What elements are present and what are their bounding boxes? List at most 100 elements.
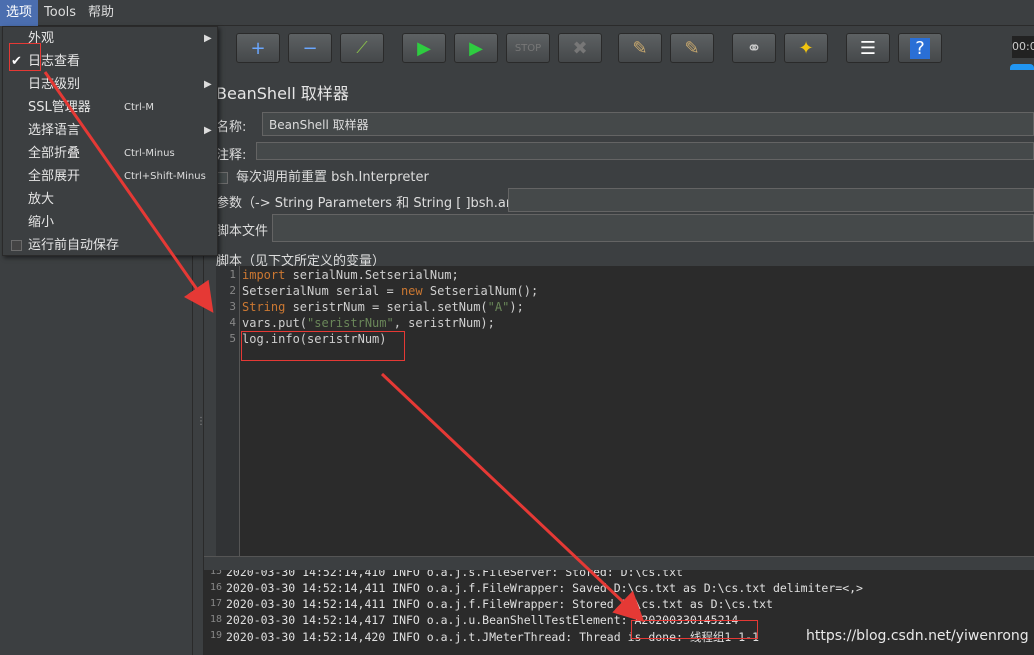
code-token: String (242, 300, 286, 314)
log-line: 2020-03-30 14:52:14,411 INFO o.a.j.f.Fil… (226, 581, 863, 595)
log-line-number: 16 (209, 582, 222, 593)
menu-item-label: 运行前自动保存 (28, 238, 120, 253)
comment-label: 注释: (216, 148, 247, 163)
add-icon: + (250, 37, 266, 59)
clear-button[interactable]: ✎ (618, 33, 662, 63)
checkbox-icon[interactable] (11, 240, 22, 251)
menu-item[interactable]: 运行前自动保存 (3, 234, 219, 257)
log-line-number: 15 (209, 570, 222, 577)
code-line[interactable]: String seristrNum = serial.setNum("A"); (242, 300, 524, 314)
comment-field[interactable] (256, 142, 1034, 160)
menu-item[interactable]: SSL管理器 Ctrl-M (3, 96, 219, 119)
menu-tools[interactable]: Tools (38, 0, 82, 26)
shutdown-button[interactable]: ✖ (558, 33, 602, 63)
log-line-number: 18 (209, 614, 222, 625)
annotation-box-log-view (9, 43, 41, 71)
start-no-pause-button[interactable]: ▶ (454, 33, 498, 63)
clear-all-icon: ✎ (684, 37, 700, 59)
code-token: new (400, 284, 423, 298)
submenu-arrow-icon: ▶ (204, 125, 212, 136)
elapsed-timer: 00:0 (1012, 36, 1034, 58)
function-helper-button[interactable]: ☰ (846, 33, 890, 63)
page-title: BeanShell 取样器 (216, 84, 349, 103)
list-icon: ☰ (859, 37, 877, 59)
menu-item[interactable]: 选择语言 ▶ (3, 119, 219, 142)
reset-search-button[interactable]: ✦ (784, 33, 828, 63)
watermark: https://blog.csdn.net/yiwenrong (806, 628, 1029, 644)
log-line: 2020-03-30 14:52:14,411 INFO o.a.j.f.Fil… (226, 597, 773, 611)
code-line[interactable]: import serialNum.SetserialNum; (242, 268, 459, 282)
code-token: ); (509, 300, 524, 314)
menu-item-label: 选择语言 (28, 123, 81, 138)
remove-button[interactable]: − (288, 33, 332, 63)
menu-options[interactable]: 选项 (0, 0, 39, 26)
add-button[interactable]: + (236, 33, 280, 63)
name-label: 名称: (216, 120, 247, 135)
menu-item-label: 缩小 (28, 215, 55, 230)
code-token: SetserialNum serial = (242, 284, 401, 298)
menu-item-label: 日志级别 (28, 77, 81, 92)
binoculars-icon: ⚭ (746, 37, 762, 59)
help-icon: ? (910, 37, 930, 59)
code-line[interactable]: vars.put("seristrNum", seristrNum); (242, 316, 495, 330)
menu-item[interactable]: 全部折叠 Ctrl-Minus (3, 142, 219, 165)
log-line: 2020-03-30 14:52:14,410 INFO o.a.j.s.Fil… (226, 570, 683, 579)
menu-item-shortcut: Ctrl-M (124, 102, 155, 113)
params-field[interactable] (508, 188, 1034, 212)
reset-interpreter-row[interactable]: 每次调用前重置 bsh.Interpreter (216, 166, 429, 185)
clear-icon: ✎ (632, 37, 648, 59)
code-token: "A" (487, 300, 510, 314)
params-label: 参数（-> String Parameters 和 String [ ]bsh.… (216, 196, 540, 211)
menu-item[interactable]: 日志级别 ▶ (3, 73, 219, 96)
start-no-pause-icon: ▶ (469, 37, 483, 59)
menu-item-label: SSL管理器 (28, 100, 91, 115)
menu-item-label: 放大 (28, 192, 55, 207)
start-icon: ▶ (417, 37, 431, 59)
menu-bar: 选项 Tools 帮助 (0, 0, 1034, 26)
menu-item-label: 全部展开 (28, 169, 81, 184)
code-line-number: 3 (229, 300, 236, 313)
reset-interpreter-label: 每次调用前重置 bsh.Interpreter (236, 170, 429, 185)
toolbar: + − ⟋ ▶ ▶ STOP ✖ ✎ ✎ ⚭ ✦ ☰ ? (220, 26, 1034, 70)
stop-button[interactable]: STOP (506, 33, 550, 63)
remove-icon: − (302, 37, 318, 59)
search-button[interactable]: ⚭ (732, 33, 776, 63)
annotation-box-result (631, 620, 758, 639)
menu-item-shortcut: Ctrl-Minus (124, 148, 175, 159)
broom-icon: ✦ (798, 37, 814, 59)
code-token: , seristrNum); (393, 316, 495, 330)
toggle-button[interactable]: ⟋ (340, 33, 384, 63)
help-button[interactable]: ? (898, 33, 942, 63)
code-token: seristrNum = serial.setNum( (285, 300, 488, 314)
code-line-number: 4 (229, 316, 236, 329)
code-token: vars.put( (242, 316, 308, 330)
code-token: SetserialNum(); (422, 284, 539, 298)
menu-item[interactable]: 全部展开 Ctrl+Shift-Minus (3, 165, 219, 188)
clear-all-button[interactable]: ✎ (670, 33, 714, 63)
script-editor[interactable]: 1 import serialNum.SetserialNum; 2 Setseria… (216, 266, 1034, 556)
menu-item[interactable]: 缩小 (3, 211, 219, 234)
code-line[interactable]: SetserialNum serial = new SetserialNum()… (242, 284, 538, 298)
code-line-number: 1 (229, 268, 236, 281)
toggle-icon: ⟋ (356, 38, 368, 57)
script-file-field[interactable] (272, 214, 1034, 242)
submenu-arrow-icon: ▶ (204, 33, 212, 44)
menu-help[interactable]: 帮助 (82, 0, 120, 26)
code-token: serialNum.SetserialNum; (285, 268, 459, 282)
log-line-number: 19 (209, 630, 222, 641)
submenu-arrow-icon: ▶ (204, 79, 212, 90)
script-file-label: 脚本文件 (216, 224, 269, 239)
log-line-number: 17 (209, 598, 222, 609)
menu-item-shortcut: Ctrl+Shift-Minus (124, 171, 206, 182)
log-splitter[interactable] (204, 556, 1034, 570)
code-line-number: 2 (229, 284, 236, 297)
code-token: import (242, 268, 286, 282)
code-line-number: 5 (229, 332, 236, 345)
menu-item[interactable]: 放大 (3, 188, 219, 211)
stop-icon: STOP (514, 42, 542, 54)
annotation-box-log-info (241, 331, 405, 361)
name-field[interactable]: BeanShell 取样器 (262, 112, 1034, 136)
code-token: "seristrNum" (307, 316, 394, 330)
start-button[interactable]: ▶ (402, 33, 446, 63)
menu-item-label: 全部折叠 (28, 146, 81, 161)
